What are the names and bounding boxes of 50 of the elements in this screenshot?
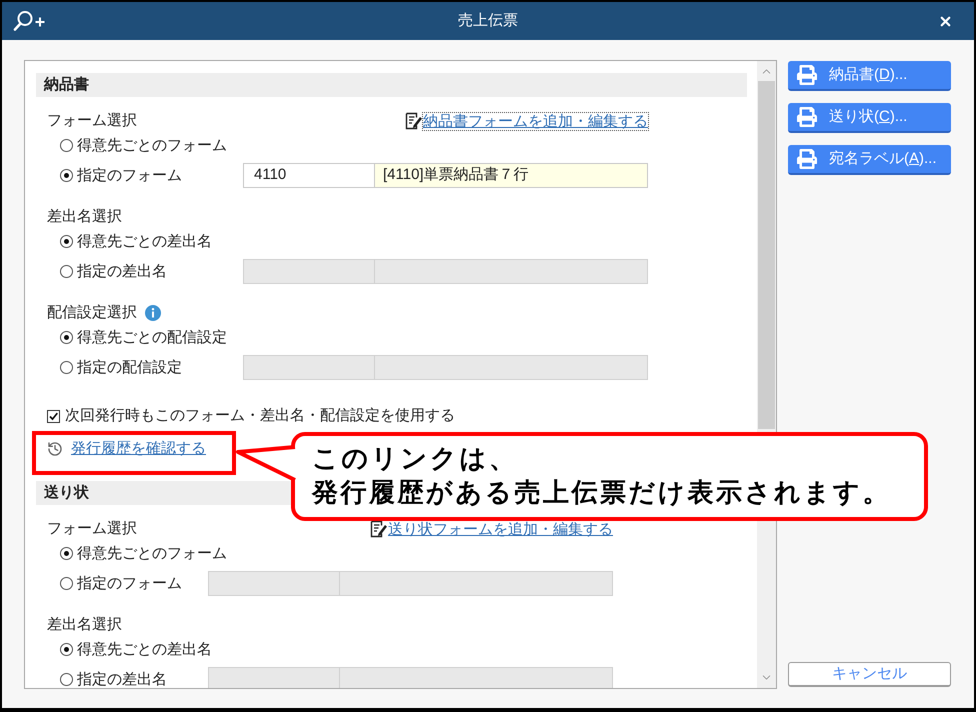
radio-label: 得意先ごとのフォーム [77,544,227,562]
group-label: フォーム選択 [47,110,137,131]
form-edit-link[interactable]: 送り状フォームを追加・編集する [388,520,613,538]
radio-button[interactable] [60,265,73,278]
radio-label: 指定の差出名 [77,670,167,688]
radio-button[interactable] [60,235,73,248]
history-link[interactable]: 発行履歴を確認する [71,438,206,460]
radio-label: 指定の配信設定 [77,358,182,376]
print-button[interactable]: 宛名ラベル(A)... [788,145,951,175]
radio-label: 得意先ごとの差出名 [77,232,212,250]
radio-button[interactable] [60,643,73,656]
callout-text: このリンクは、 発行履歴がある売上伝票だけ表示されます。 [312,442,891,509]
radio-button[interactable] [60,139,73,152]
printer-icon [797,107,817,127]
radio-button[interactable] [60,331,73,344]
section-title: 送り状 [44,482,89,503]
edit-note-icon [370,520,388,538]
radio-button[interactable] [60,361,73,374]
window-title: 売上伝票 [458,10,518,31]
group-label: 配信設定選択 [47,302,137,323]
radio-button[interactable] [60,577,73,590]
name-field[interactable]: [4110]単票納品書７行 [375,163,648,188]
group-label: 差出名選択 [47,206,122,227]
radio-button[interactable] [60,547,73,560]
code-field[interactable]: 4110 [243,163,375,188]
radio-label: 指定のフォーム [77,166,182,184]
radio-button[interactable] [60,673,73,686]
radio-label: 得意先ごとのフォーム [77,136,227,154]
radio-button[interactable] [60,169,73,182]
print-button[interactable]: 納品書(D)... [788,61,951,91]
radio-label: 得意先ごとの差出名 [77,640,212,658]
edit-note-icon [405,112,423,130]
cancel-button[interactable]: キャンセル [788,662,951,687]
printer-icon [797,149,817,169]
scrollbar-thumb[interactable] [758,81,775,429]
form-edit-link[interactable]: 納品書フォームを追加・編集する [423,112,648,130]
zoom-in-icon[interactable] [12,10,46,32]
info-icon[interactable] [145,305,161,321]
print-button[interactable]: 送り状(C)... [788,103,951,133]
radio-label: 指定の差出名 [77,262,167,280]
close-icon[interactable] [938,14,953,28]
group-label: フォーム選択 [47,518,137,539]
group-label: 差出名選択 [47,614,122,635]
checkbox-label: 次回発行時もこのフォーム・差出名・配信設定を使用する [65,406,455,426]
printer-icon [797,65,817,85]
radio-label: 得意先ごとの配信設定 [77,328,227,346]
checkbox[interactable] [47,410,60,422]
section-title: 納品書 [44,74,89,95]
radio-label: 指定のフォーム [77,574,182,592]
history-icon [47,441,63,457]
